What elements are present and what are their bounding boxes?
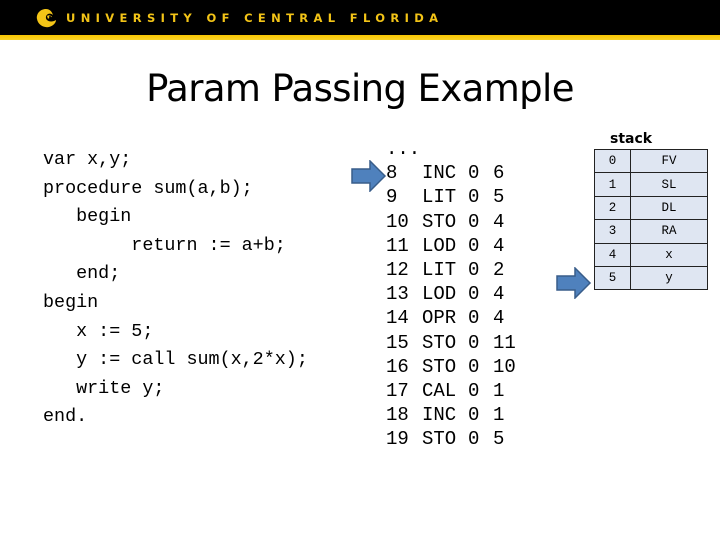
instr-l: 0 (468, 283, 480, 306)
code-line: end. (43, 406, 88, 428)
instr-addr: 14 (386, 307, 409, 330)
instr-l: 0 (468, 355, 480, 378)
instr-addr: 19 (386, 428, 409, 451)
instr-l: 0 (468, 404, 480, 427)
stack-table: 0 FV 1 SL 2 DL 3 RA 4x 5y (594, 148, 708, 291)
stack-row: 0 FV (594, 148, 708, 174)
stack-row: 1 SL (594, 172, 708, 197)
code-line: procedure sum(a,b); (43, 177, 253, 199)
instr-op: STO (422, 210, 457, 233)
stack-value: RA (630, 219, 708, 244)
instr-op: LIT (422, 186, 457, 209)
instr-op: STO (422, 428, 457, 451)
instr-op: INC (422, 404, 457, 427)
instr-op: LOD (422, 234, 457, 257)
program-counter-arrow-icon (351, 160, 387, 192)
instr-op: OPR (422, 307, 457, 330)
stack-value: FV (630, 148, 708, 174)
stack-index: 4 (594, 242, 631, 267)
instr-addr: 17 (386, 379, 409, 402)
stack-index: 5 (594, 265, 631, 291)
code-line: var x,y; (43, 149, 132, 170)
slide-title: Param Passing Example (146, 67, 574, 110)
instr-op: STO (422, 355, 457, 378)
instr-op: LIT (422, 258, 457, 281)
code-line: x := 5; (43, 320, 154, 342)
stack-index: 3 (594, 219, 631, 244)
instr-m: 2 (493, 258, 505, 281)
instr-addr: 12 (386, 258, 409, 281)
instr-addr: 13 (386, 283, 409, 306)
code-line: return := a+b; (43, 234, 286, 256)
stack-row: 2 DL (594, 195, 708, 221)
instr-m: 4 (493, 283, 505, 306)
instr-m: 4 (493, 210, 505, 233)
source-code: var x,y; procedure sum(a,b); begin return… (43, 146, 308, 432)
instr-m: 11 (493, 331, 516, 354)
code-line: begin (43, 206, 132, 228)
instr-addr: 15 (386, 331, 409, 354)
stack-index: 2 (594, 195, 631, 221)
instr-op: CAL (422, 379, 457, 402)
code-line: y := call sum(x,2*x); (43, 349, 308, 371)
stack-row: 4x (594, 242, 708, 267)
instr-l: 0 (468, 186, 480, 209)
instr-l: 0 (468, 379, 480, 402)
instr-m: 6 (493, 162, 505, 185)
stack-pointer-arrow-icon (556, 267, 592, 299)
instr-l: 0 (468, 234, 480, 257)
instr-addr: 9 (386, 186, 398, 209)
instr-op: STO (422, 331, 457, 354)
instr-addr: 10 (386, 210, 409, 233)
instr-addr: 18 (386, 404, 409, 427)
code-line: end; (43, 263, 121, 285)
code-line: begin (43, 291, 99, 313)
instr-op: INC (422, 162, 457, 185)
instr-m: 1 (493, 404, 505, 427)
stack-index: 0 (594, 148, 631, 174)
instr-m: 1 (493, 379, 505, 402)
instr-l: 0 (468, 428, 480, 451)
stack-row: 3 RA (594, 219, 708, 244)
instr-l: 0 (468, 331, 480, 354)
code-line: write y; (43, 377, 165, 399)
stack-value: x (630, 242, 708, 267)
instr-m: 5 (493, 428, 505, 451)
stack-value: y (630, 265, 708, 291)
instr-m: 4 (493, 307, 505, 330)
instr-l: 0 (468, 258, 480, 281)
header-stripe (0, 35, 720, 40)
instr-m: 5 (493, 186, 505, 209)
university-name: UNIVERSITY OF CENTRAL FLORIDA (66, 11, 444, 25)
instr-op: LOD (422, 283, 457, 306)
instr-l: 0 (468, 162, 480, 185)
instr-l: 0 (468, 210, 480, 233)
instr-addr: 16 (386, 355, 409, 378)
instr-m: 10 (493, 355, 516, 378)
stack-value: DL (630, 195, 708, 221)
ucf-pegasus-logo-icon (36, 9, 56, 28)
ellipsis-text: ... (386, 138, 421, 160)
header-bar: UNIVERSITY OF CENTRAL FLORIDA (0, 0, 720, 35)
instr-m: 4 (493, 234, 505, 257)
stack-value: SL (630, 172, 708, 197)
stack-index: 1 (594, 172, 631, 197)
stack-label: stack (610, 131, 653, 147)
instr-addr: 11 (386, 234, 409, 257)
instr-l: 0 (468, 307, 480, 330)
stack-row: 5y (594, 265, 708, 291)
instr-addr: 8 (386, 162, 398, 185)
